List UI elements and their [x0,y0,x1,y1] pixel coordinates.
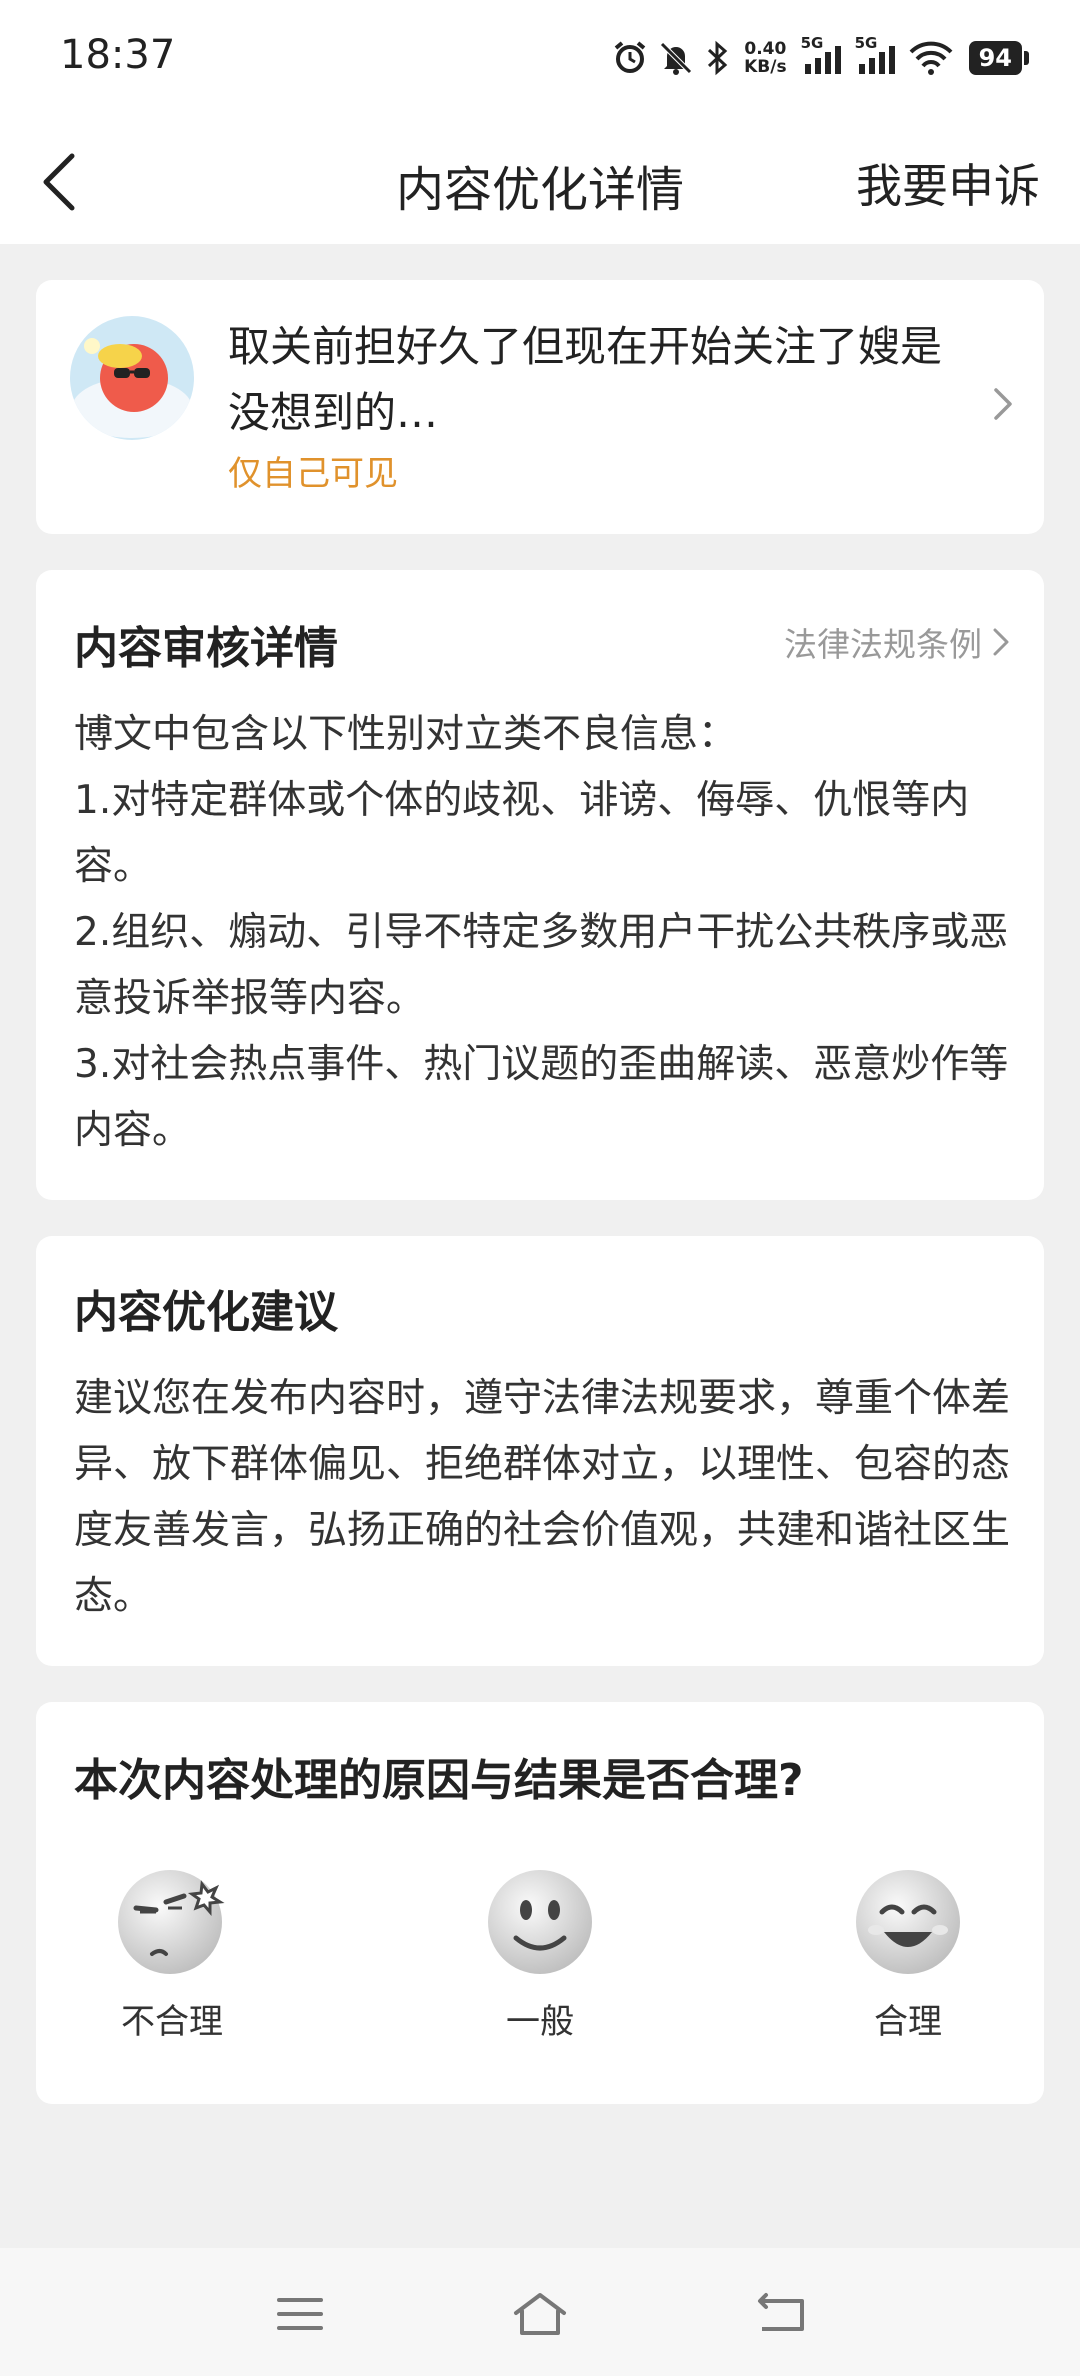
net-speed-value: 0.40 [744,39,787,59]
rating-reasonable[interactable]: 合理 [798,1862,1018,2043]
rating-unreasonable[interactable]: 不合理 [62,1862,282,2043]
review-item-2: 2.组织、煽动、引导不特定多数用户干扰公共秩序或恶意投诉举报等内容。 [74,910,1009,1021]
feedback-question: 本次内容处理的原因与结果是否合理? [74,1755,804,1806]
rating-options: 不合理 一般 合理 [36,1862,1044,2062]
nav-home-button[interactable] [500,2284,580,2344]
avatar-image [70,316,194,440]
review-item-3: 3.对社会热点事件、热门议题的歪曲解读、恶意炒作等内容。 [74,1042,1009,1153]
rating-label: 不合理 [121,2002,223,2042]
rating-label: 一般 [506,2002,574,2042]
status-icons: 0.40 KB/s 5G 5G 94 [612,30,1030,86]
status-bar: 18:37 0.40 KB/s 5G 5G 94 [0,0,1080,120]
avatar [70,316,194,440]
happy-face-icon [856,1870,960,1974]
alarm-icon [614,41,646,73]
menu-icon [277,2298,323,2330]
net-speed: 0.40 KB/s [744,40,786,76]
signal-bars-icon [804,46,841,74]
review-body: 博文中包含以下性别对立类不良信息： 1.对特定群体或个体的歧视、诽谤、侮辱、仇恨… [74,702,1014,1164]
post-excerpt: 取关前担好久了但现在开始关注了嫂是没想到的… [228,322,943,437]
net-speed-unit: KB/s [744,57,787,77]
post-preview-card[interactable]: 取关前担好久了但现在开始关注了嫂是没想到的… 仅自己可见 [36,280,1044,534]
review-title: 内容审核详情 [74,623,338,674]
system-nav-bar [0,2248,1080,2376]
nav-menu-button[interactable] [260,2284,340,2344]
suggestion-card: 内容优化建议 建议您在发布内容时，遵守法律法规要求，尊重个体差异、放下群体偏见、… [36,1236,1044,1666]
signal-2: 5G [855,34,899,76]
top-app-bar: 内容优化详情 我要申诉 [0,120,1080,244]
review-item-1: 1.对特定群体或个体的歧视、诽谤、侮辱、仇恨等内容。 [74,778,970,889]
status-time: 18:37 [60,32,176,78]
chevron-right-icon [993,628,1009,656]
mute-bell-icon [660,42,692,75]
signal-1: 5G [801,34,845,76]
rating-label: 合理 [874,2002,942,2042]
annoyed-face-icon [118,1870,225,1974]
wifi-icon [909,41,953,75]
home-icon [514,2293,566,2335]
battery-indicator: 94 [968,41,1030,75]
law-regulations-link[interactable]: 法律法规条例 [784,618,1010,666]
chevron-right-icon [992,386,1014,426]
law-link-label: 法律法规条例 [784,625,982,664]
appeal-button[interactable]: 我要申诉 [856,150,1040,216]
bluetooth-icon [708,40,728,76]
feedback-card: 本次内容处理的原因与结果是否合理? 不合理 一般 合理 [36,1702,1044,2104]
suggestion-title: 内容优化建议 [74,1287,338,1338]
back-arrow-icon [758,2293,804,2331]
suggestion-body: 建议您在发布内容时，遵守法律法规要求，尊重个体差异、放下群体偏见、拒绝群体对立，… [74,1376,1011,1619]
rating-average[interactable]: 一般 [430,1862,650,2043]
neutral-smile-face-icon [488,1870,592,1974]
review-intro: 博文中包含以下性别对立类不良信息： [74,712,738,757]
visibility-label: 仅自己可见 [228,454,398,494]
review-details-card: 内容审核详情 法律法规条例 博文中包含以下性别对立类不良信息： 1.对特定群体或… [36,570,1044,1200]
nav-back-button[interactable] [740,2284,820,2344]
signal-bars-icon [858,46,895,74]
